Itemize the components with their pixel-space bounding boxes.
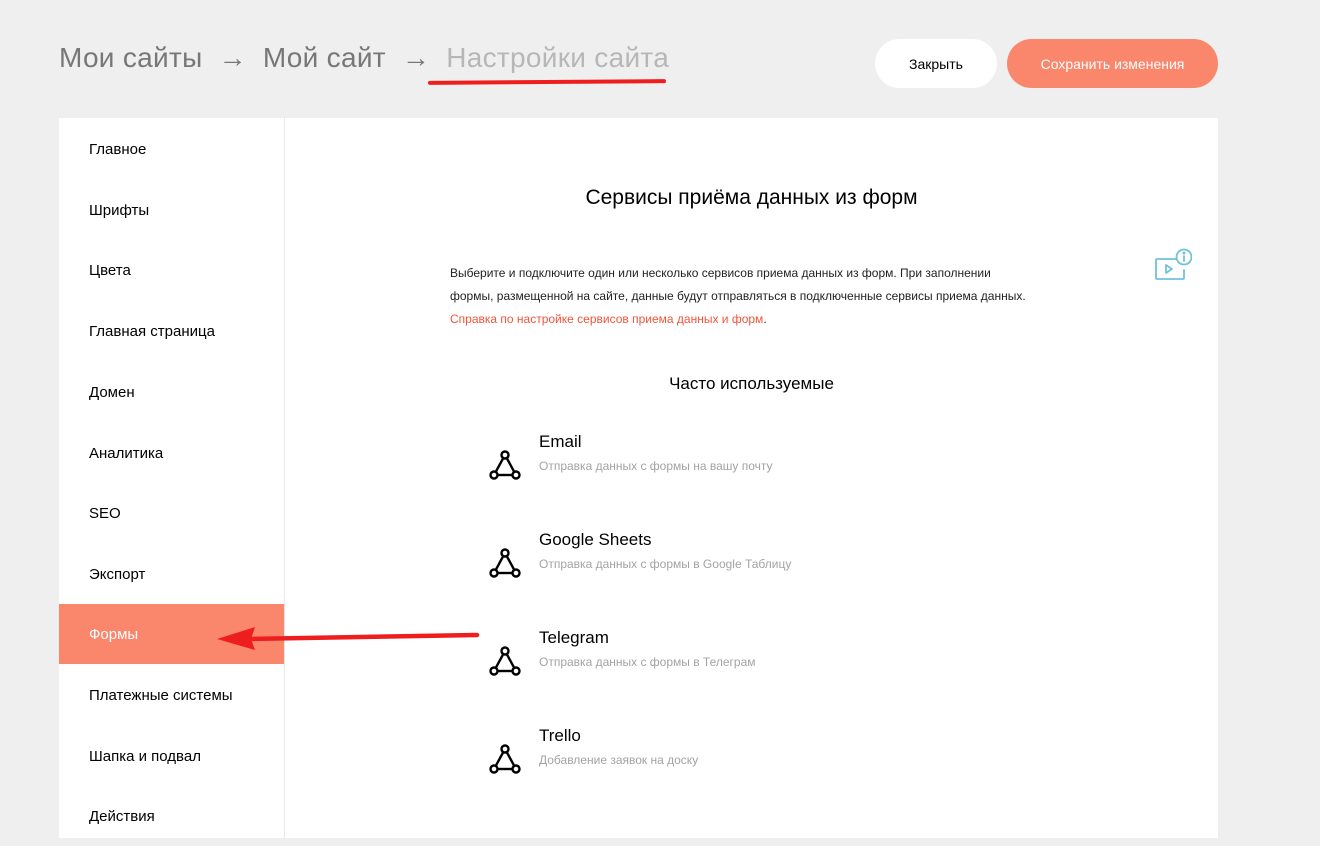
red-underline-annotation bbox=[427, 79, 667, 85]
sidebar-item-home-page[interactable]: Главная страница bbox=[59, 301, 284, 361]
service-description: Добавление заявок на доску bbox=[539, 753, 699, 767]
sidebar-item-actions[interactable]: Действия bbox=[59, 786, 284, 846]
breadcrumb: Мои сайты → Мой сайт → Настройки сайта bbox=[59, 42, 669, 74]
red-arrow-annotation bbox=[217, 627, 480, 650]
sidebar-item-colors[interactable]: Цвета bbox=[59, 240, 284, 300]
integration-icon bbox=[489, 646, 521, 676]
description-line-2: формы, размещенной на сайте, данные буду… bbox=[450, 289, 1026, 303]
description-line-3: Справка по настройке сервисов приема дан… bbox=[450, 308, 1070, 331]
service-telegram[interactable]: Telegram Отправка данных с формы в Телег… bbox=[488, 628, 908, 688]
close-button[interactable]: Закрыть bbox=[875, 39, 997, 88]
service-name: Email bbox=[539, 432, 582, 451]
sidebar-item-fonts[interactable]: Шрифты bbox=[59, 180, 284, 240]
service-email[interactable]: Email Отправка данных с формы на вашу по… bbox=[488, 432, 908, 492]
sidebar-item-domain[interactable]: Домен bbox=[59, 362, 284, 422]
sidebar-item-analytics[interactable]: Аналитика bbox=[59, 423, 284, 483]
settings-sidebar: Главное Шрифты Цвета Главная страница До… bbox=[59, 118, 285, 838]
service-name: Telegram bbox=[539, 628, 609, 647]
sidebar-item-main[interactable]: Главное bbox=[59, 119, 284, 179]
breadcrumb-my-sites[interactable]: Мои сайты bbox=[59, 42, 203, 74]
integration-icon bbox=[489, 548, 521, 578]
video-info-icon[interactable] bbox=[1154, 248, 1192, 284]
sidebar-item-seo[interactable]: SEO bbox=[59, 483, 284, 543]
sidebar-item-header-footer[interactable]: Шапка и подвал bbox=[59, 726, 284, 786]
save-changes-button[interactable]: Сохранить изменения bbox=[1007, 39, 1218, 88]
breadcrumb-separator: → bbox=[401, 42, 431, 73]
popular-services-title: Часто используемые bbox=[669, 374, 834, 393]
service-description: Отправка данных с формы в Google Таблицу bbox=[539, 557, 792, 571]
sidebar-item-payment-systems[interactable]: Платежные системы bbox=[59, 665, 284, 725]
integration-icon bbox=[489, 744, 521, 774]
description-line-1: Выберите и подключите один или несколько… bbox=[450, 266, 991, 280]
section-title: Сервисы приёма данных из форм bbox=[585, 186, 918, 209]
breadcrumb-current-page: Настройки сайта bbox=[446, 42, 670, 73]
service-description: Отправка данных с формы в Телеграм bbox=[539, 655, 756, 669]
service-trello[interactable]: Trello Добавление заявок на доску bbox=[488, 726, 908, 786]
help-link-suffix: . bbox=[763, 312, 767, 326]
sidebar-item-export[interactable]: Экспорт bbox=[59, 544, 284, 604]
breadcrumb-my-site[interactable]: Мой сайт bbox=[263, 42, 386, 74]
service-name: Google Sheets bbox=[539, 530, 652, 549]
settings-panel: Главное Шрифты Цвета Главная страница До… bbox=[59, 118, 1218, 838]
section-description: Выберите и подключите один или несколько… bbox=[450, 262, 1070, 331]
help-link[interactable]: Справка по настройке сервисов приема дан… bbox=[450, 312, 763, 326]
service-name: Trello bbox=[539, 726, 581, 745]
service-description: Отправка данных с формы на вашу почту bbox=[539, 459, 773, 473]
breadcrumb-separator: → bbox=[218, 42, 247, 73]
forms-settings-content: Сервисы приёма данных из форм Выберите и… bbox=[285, 118, 1218, 838]
integration-icon bbox=[489, 450, 521, 480]
service-google-sheets[interactable]: Google Sheets Отправка данных с формы в … bbox=[488, 530, 908, 590]
